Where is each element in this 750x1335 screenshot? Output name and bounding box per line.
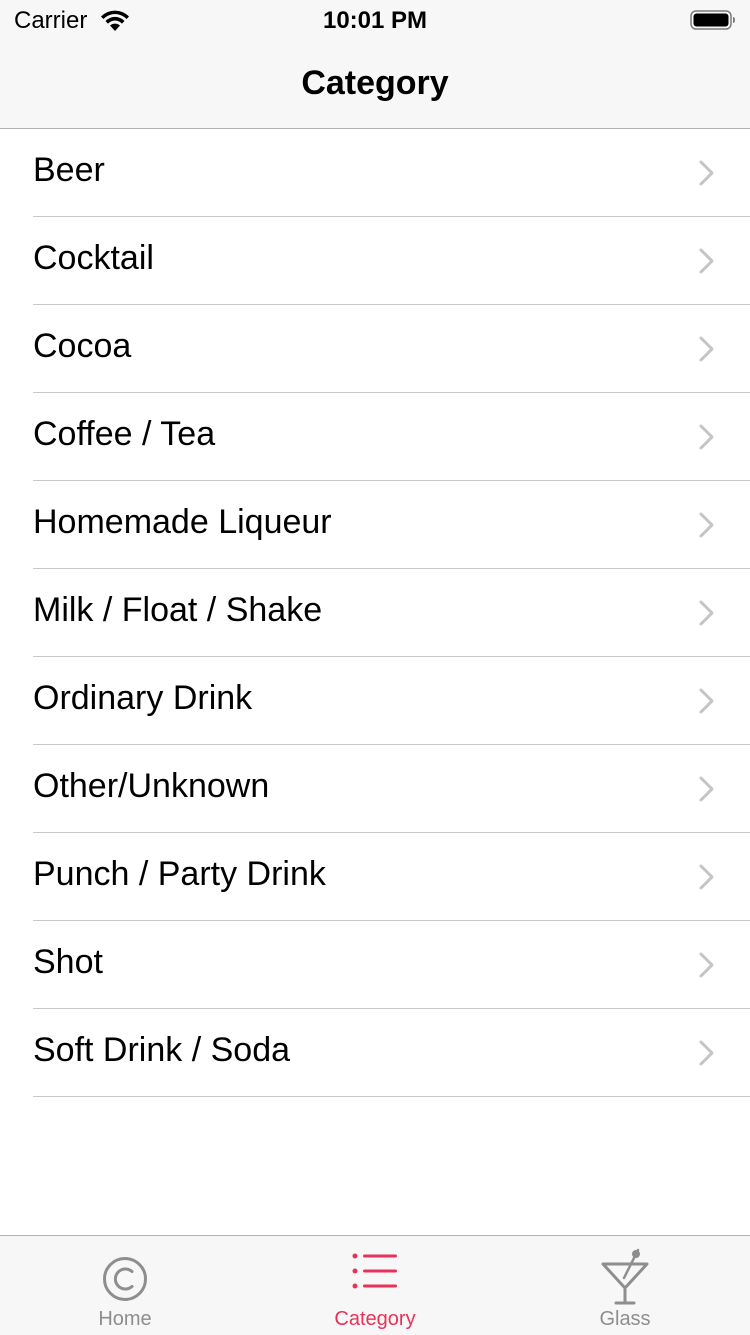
list-item[interactable]: Soft Drink / Soda [0,1009,750,1097]
category-list: Beer Cocktail Cocoa Coffee / Tea Homemad… [0,129,750,1097]
tab-glass[interactable]: Glass [500,1236,750,1335]
chevron-right-icon [699,336,714,362]
tab-label: Home [98,1308,152,1330]
list-item-label: Other/Unknown [33,767,270,805]
list-item-label: Coffee / Tea [33,415,216,453]
list-item-label: Homemade Liqueur [33,503,332,541]
status-time: 10:01 PM [322,7,428,34]
tab-label: Category [334,1308,416,1330]
list-item[interactable]: Punch / Party Drink [0,833,750,921]
chevron-right-icon [699,600,714,626]
list-item-label: Cocoa [33,327,132,365]
list-icon [352,1253,397,1289]
chevron-right-icon [699,688,714,714]
list-item[interactable]: Beer [0,129,750,217]
list-item[interactable]: Cocoa [0,305,750,393]
chevron-right-icon [699,248,714,274]
chevron-right-icon [699,952,714,978]
tab-label: Glass [599,1308,651,1330]
chevron-right-icon [699,776,714,802]
list-item[interactable]: Ordinary Drink [0,657,750,745]
chevron-right-icon [699,160,714,186]
page-title: Category [301,64,449,102]
chevron-right-icon [699,864,714,890]
list-item[interactable]: Cocktail [0,217,750,305]
cocktail-glass-icon [601,1248,649,1305]
list-item[interactable]: Milk / Float / Shake [0,569,750,657]
list-item-label: Beer [33,151,105,189]
tab-bar: Home Category Glass [0,1235,750,1335]
copyright-circle-icon [103,1257,147,1301]
battery-icon [690,10,735,30]
list-item-label: Cocktail [33,239,154,277]
tab-home[interactable]: Home [0,1236,250,1335]
list-item-label: Ordinary Drink [33,679,253,717]
chevron-right-icon [699,512,714,538]
chevron-right-icon [699,1040,714,1066]
list-item[interactable]: Shot [0,921,750,1009]
list-item[interactable]: Other/Unknown [0,745,750,833]
status-bar: Carrier 10:01 PM [0,0,750,40]
list-item-label: Shot [33,943,103,981]
divider [33,1096,750,1097]
list-item[interactable]: Homemade Liqueur [0,481,750,569]
list-item-label: Soft Drink / Soda [33,1031,291,1069]
list-item-label: Punch / Party Drink [33,855,326,893]
list-item-label: Milk / Float / Shake [33,591,323,629]
list-item[interactable]: Coffee / Tea [0,393,750,481]
tab-category[interactable]: Category [250,1236,500,1335]
chevron-right-icon [699,424,714,450]
navigation-bar: Category [0,40,750,129]
